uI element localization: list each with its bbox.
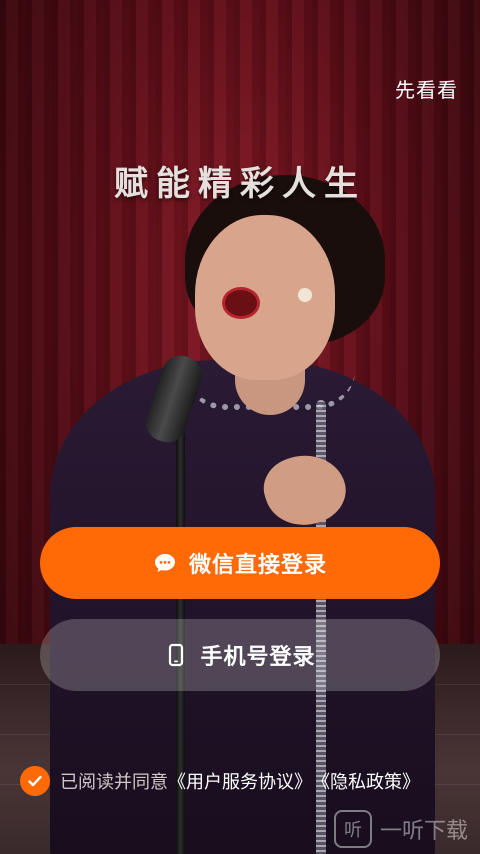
agreement-checkbox[interactable]	[20, 766, 50, 796]
skip-browse-button[interactable]: 先看看	[395, 74, 458, 103]
agreement-row: 已阅读并同意 《用户服务协议》 《隐私政策》	[20, 764, 470, 798]
mobile-phone-icon	[164, 643, 188, 667]
singer-figure	[40, 175, 440, 854]
phone-login-label: 手机号登录	[200, 645, 316, 670]
slogan-title: 赋能精彩人生	[114, 164, 366, 204]
wechat-login-button[interactable]: 微信直接登录	[40, 527, 440, 599]
background-stage-photo	[0, 0, 480, 854]
singer-mouth	[222, 287, 260, 319]
privacy-policy-link[interactable]: 《隐私政策》	[312, 768, 420, 794]
wechat-login-label: 微信直接登录	[188, 553, 327, 578]
watermark-text: 一听下载	[379, 819, 468, 844]
user-agreement-link[interactable]: 《用户服务协议》	[168, 768, 312, 794]
watermark-logo-icon: 听	[333, 810, 372, 848]
singer-face	[195, 215, 335, 380]
phone-login-button[interactable]: 手机号登录	[40, 619, 440, 691]
singer-earring	[298, 288, 312, 302]
checkmark-icon	[28, 775, 42, 787]
agreement-prefix: 已阅读并同意	[60, 772, 168, 793]
chat-bubble-icon	[153, 551, 177, 575]
watermark: 听 一听下载	[333, 810, 468, 848]
